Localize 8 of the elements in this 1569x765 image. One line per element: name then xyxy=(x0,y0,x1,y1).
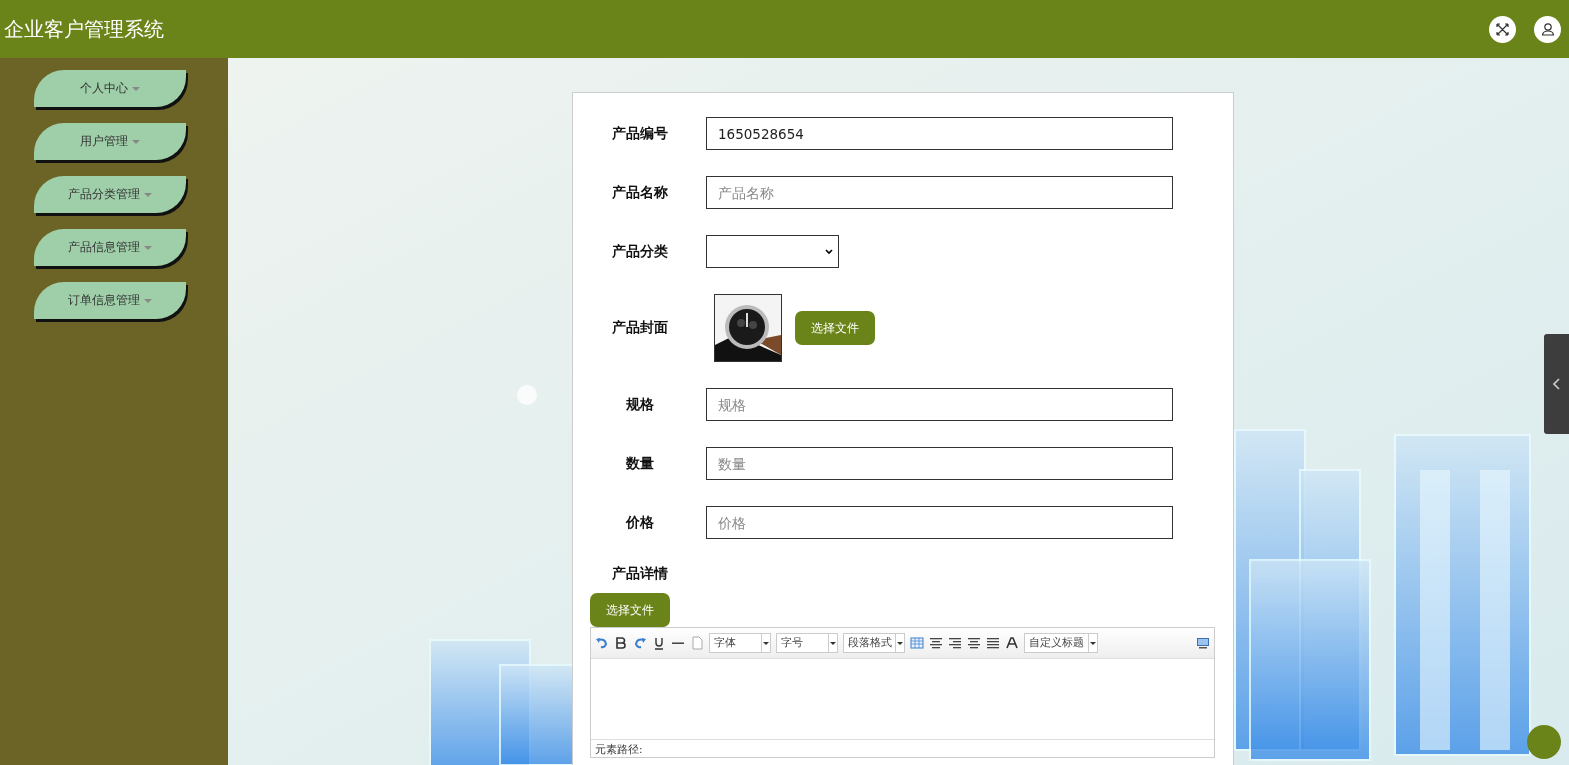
sidebar-item[interactable]: 订单信息管理 xyxy=(34,282,186,319)
sidebar-item[interactable]: 用户管理 xyxy=(34,123,186,160)
sidebar-item[interactable]: 产品信息管理 xyxy=(34,229,186,266)
app-title: 企业客户管理系统 xyxy=(4,15,164,43)
sidebar-item[interactable]: 产品分类管理 xyxy=(34,176,186,213)
fullscreen-icon[interactable] xyxy=(1489,15,1516,43)
sidebar-item[interactable]: 个人中心 xyxy=(34,70,186,107)
user-icon[interactable] xyxy=(1534,15,1561,43)
